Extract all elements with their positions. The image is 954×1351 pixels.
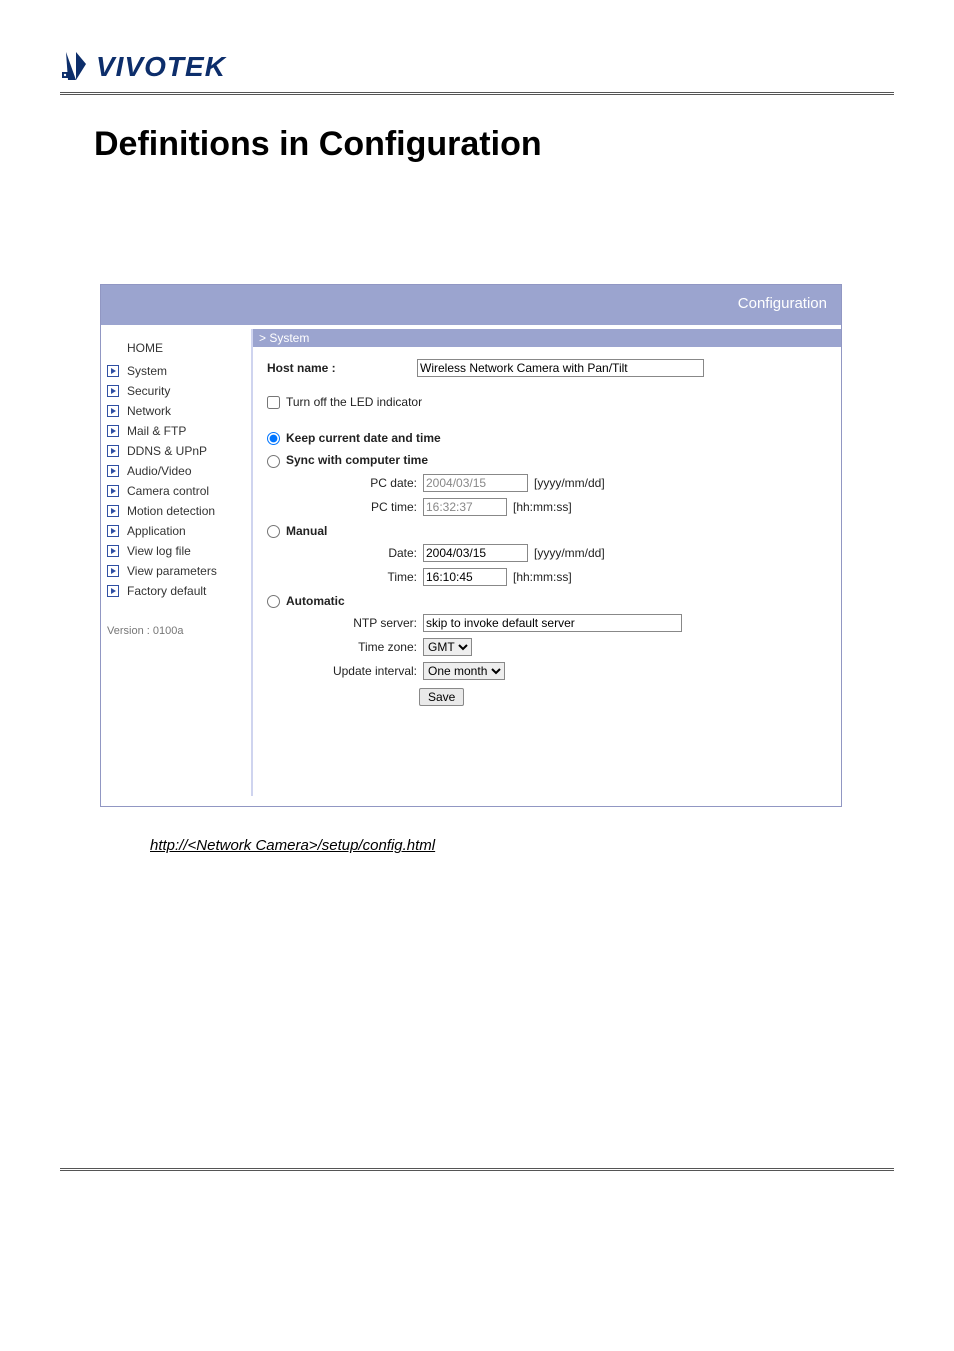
arrow-right-icon	[107, 545, 119, 557]
sidebar-item-mail-ftp[interactable]: Mail & FTP	[101, 421, 251, 441]
brand-row: VIVOTEK	[60, 50, 894, 84]
window-body: HOME System Security Network Mail & FTP …	[101, 325, 841, 806]
arrow-right-icon	[107, 425, 119, 437]
sidebar-item-label: Motion detection	[127, 504, 215, 518]
pctime-label: PC time:	[267, 500, 423, 514]
radio-manual[interactable]	[267, 525, 280, 538]
option-keep-current: Keep current date and time	[267, 431, 827, 445]
arrow-right-icon	[107, 505, 119, 517]
radio-sync[interactable]	[267, 455, 280, 468]
sidebar-item-factory-default[interactable]: Factory default	[101, 581, 251, 601]
sidebar-item-label: Mail & FTP	[127, 424, 186, 438]
radio-keep-label: Keep current date and time	[286, 431, 441, 445]
pctime-row: PC time: [hh:mm:ss]	[267, 498, 827, 516]
option-automatic: Automatic	[267, 594, 827, 608]
arrow-right-icon	[107, 485, 119, 497]
sidebar-item-application[interactable]: Application	[101, 521, 251, 541]
update-select[interactable]: One month	[423, 662, 505, 680]
sidebar-item-label: DDNS & UPnP	[127, 444, 207, 458]
sidebar-item-label: View parameters	[127, 564, 217, 578]
arrow-right-icon	[107, 565, 119, 577]
option-sync: Sync with computer time	[267, 453, 827, 467]
document-page: VIVOTEK Definitions in Configuration Con…	[0, 0, 954, 1351]
pcdate-hint: [yyyy/mm/dd]	[534, 476, 605, 490]
pctime-hint: [hh:mm:ss]	[513, 500, 572, 514]
ntp-input[interactable]	[423, 614, 682, 632]
hostname-label: Host name :	[267, 361, 417, 375]
spacer	[267, 706, 827, 786]
arrow-right-icon	[107, 385, 119, 397]
radio-manual-label: Manual	[286, 524, 327, 538]
radio-automatic-label: Automatic	[286, 594, 345, 608]
sidebar-item-label: View log file	[127, 544, 191, 558]
update-row: Update interval: One month	[267, 662, 827, 680]
sidebar-item-system[interactable]: System	[101, 361, 251, 381]
tz-select[interactable]: GMT	[423, 638, 472, 656]
date-label: Date:	[267, 546, 423, 560]
date-hint: [yyyy/mm/dd]	[534, 546, 605, 560]
radio-keep-current[interactable]	[267, 432, 280, 445]
hostname-input[interactable]	[417, 359, 704, 377]
sidebar-item-audio-video[interactable]: Audio/Video	[101, 461, 251, 481]
sidebar-item-label: Network	[127, 404, 171, 418]
ntp-label: NTP server:	[267, 616, 423, 630]
arrow-right-icon	[107, 445, 119, 457]
window-title: Configuration	[738, 295, 827, 312]
date-row: Date: [yyyy/mm/dd]	[267, 544, 827, 562]
time-label: Time:	[267, 570, 423, 584]
sidebar-item-ddns-upnp[interactable]: DDNS & UPnP	[101, 441, 251, 461]
led-row: Turn off the LED indicator	[267, 395, 827, 409]
save-row: Save	[419, 688, 827, 706]
sidebar-item-view-parameters[interactable]: View parameters	[101, 561, 251, 581]
tz-label: Time zone:	[267, 640, 423, 654]
window-titlebar: Configuration	[101, 285, 841, 325]
sidebar-item-label: Camera control	[127, 484, 209, 498]
time-hint: [hh:mm:ss]	[513, 570, 572, 584]
ntp-row: NTP server:	[267, 614, 827, 632]
breadcrumb: > System	[253, 329, 841, 347]
sidebar-item-label: Application	[127, 524, 186, 538]
page-title: Definitions in Configuration	[94, 125, 894, 164]
sidebar: HOME System Security Network Mail & FTP …	[101, 325, 251, 806]
arrow-right-icon	[107, 465, 119, 477]
footer-divider	[60, 1168, 894, 1171]
led-checkbox[interactable]	[267, 396, 280, 409]
sidebar-home[interactable]: HOME	[101, 335, 251, 361]
footer-url: http://<Network Camera>/setup/config.htm…	[150, 837, 894, 854]
sidebar-item-label: Factory default	[127, 584, 206, 598]
option-manual: Manual	[267, 524, 827, 538]
sidebar-item-motion-detection[interactable]: Motion detection	[101, 501, 251, 521]
save-button[interactable]: Save	[419, 688, 464, 706]
arrow-right-icon	[107, 525, 119, 537]
sidebar-item-camera-control[interactable]: Camera control	[101, 481, 251, 501]
date-input[interactable]	[423, 544, 528, 562]
pcdate-row: PC date: [yyyy/mm/dd]	[267, 474, 827, 492]
tz-row: Time zone: GMT	[267, 638, 827, 656]
led-label: Turn off the LED indicator	[286, 395, 422, 409]
radio-automatic[interactable]	[267, 595, 280, 608]
version-text: Version : 0100a	[101, 601, 251, 637]
arrow-right-icon	[107, 365, 119, 377]
sidebar-item-label: Security	[127, 384, 170, 398]
hostname-row: Host name :	[267, 359, 827, 377]
update-label: Update interval:	[267, 664, 423, 678]
pcdate-input	[423, 474, 528, 492]
radio-sync-label: Sync with computer time	[286, 453, 428, 467]
main-panel: > System Host name : Turn off the LED in…	[253, 325, 841, 806]
time-row: Time: [hh:mm:ss]	[267, 568, 827, 586]
sidebar-item-security[interactable]: Security	[101, 381, 251, 401]
sidebar-item-label: System	[127, 364, 167, 378]
time-input[interactable]	[423, 568, 507, 586]
header-divider	[60, 92, 894, 95]
arrow-right-icon	[107, 585, 119, 597]
brand-name: VIVOTEK	[96, 51, 226, 83]
sidebar-item-view-log[interactable]: View log file	[101, 541, 251, 561]
sidebar-item-label: Audio/Video	[127, 464, 192, 478]
sidebar-item-network[interactable]: Network	[101, 401, 251, 421]
config-window: Configuration HOME System Security Netwo…	[100, 284, 842, 807]
arrow-right-icon	[107, 405, 119, 417]
pctime-input	[423, 498, 507, 516]
brand-logo-icon	[60, 50, 88, 84]
pcdate-label: PC date:	[267, 476, 423, 490]
